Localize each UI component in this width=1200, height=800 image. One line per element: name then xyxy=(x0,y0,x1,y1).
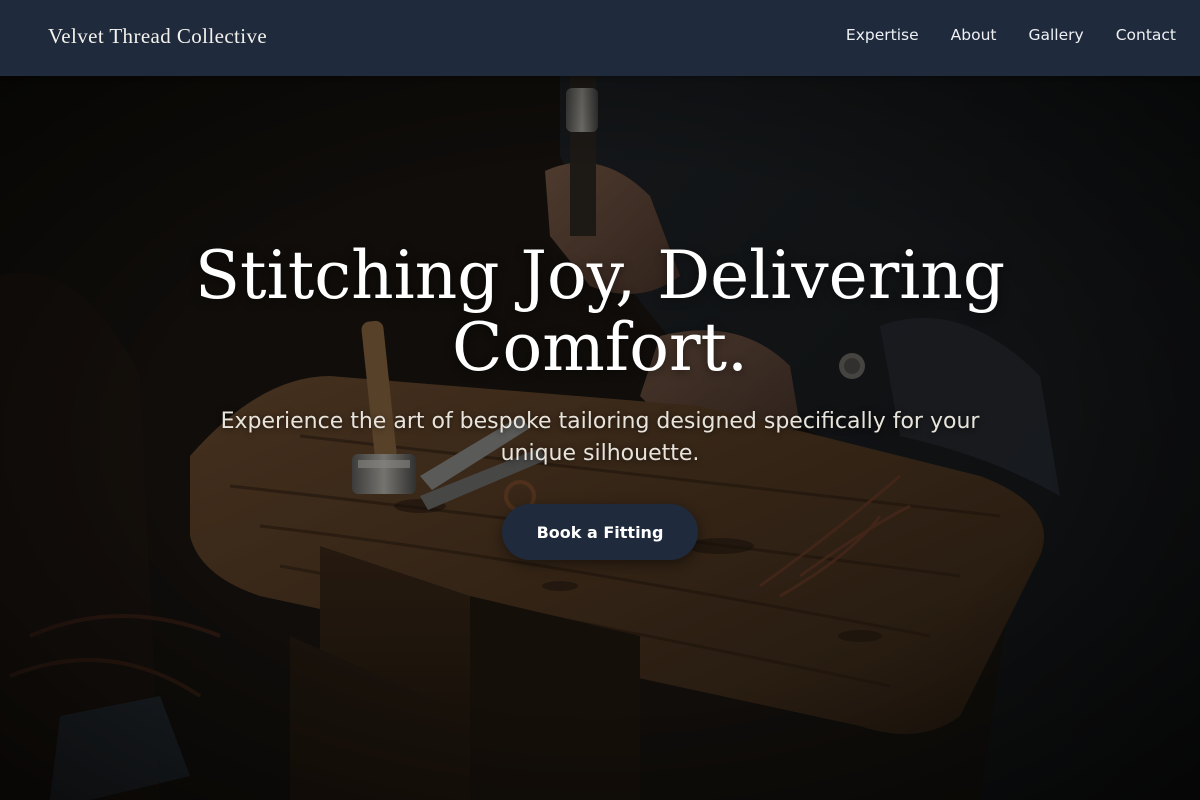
nav-link-contact[interactable]: Contact xyxy=(1116,26,1176,44)
site-header: Velvet Thread Collective Expertise About… xyxy=(0,0,1200,76)
nav-link-gallery[interactable]: Gallery xyxy=(1028,26,1083,44)
brand-logo[interactable]: Velvet Thread Collective xyxy=(48,24,267,49)
page: Velvet Thread Collective Expertise About… xyxy=(0,0,1200,800)
hero-title: Stitching Joy, Delivering Comfort. xyxy=(194,237,1006,386)
hero-subtitle: Experience the art of bespoke tailoring … xyxy=(220,409,980,466)
hero-content: Stitching Joy, Delivering Comfort. Exper… xyxy=(0,76,1200,800)
book-fitting-button[interactable]: Book a Fitting xyxy=(502,504,698,560)
nav-link-about[interactable]: About xyxy=(951,26,997,44)
main-nav: Expertise About Gallery Contact xyxy=(846,26,1176,44)
nav-link-expertise[interactable]: Expertise xyxy=(846,26,919,44)
